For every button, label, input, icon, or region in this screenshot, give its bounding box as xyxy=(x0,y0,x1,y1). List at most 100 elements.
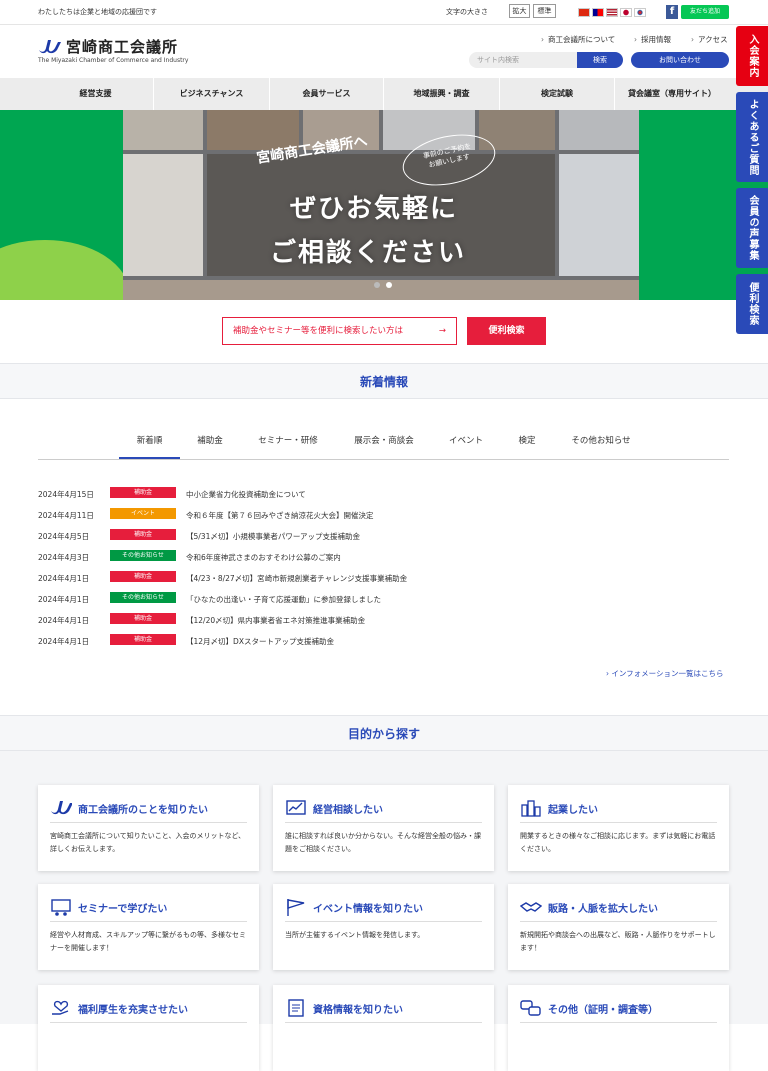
side-tab-member-voice[interactable]: 会員の声募集 xyxy=(736,188,768,268)
tab-exam[interactable]: 検定 xyxy=(508,428,546,459)
carousel-dot[interactable] xyxy=(386,282,392,288)
city-icon xyxy=(521,800,541,817)
news-date: 2024年4月1日 xyxy=(38,595,90,604)
purpose-card-title: 起業したい xyxy=(548,805,598,816)
document-icon xyxy=(288,999,304,1017)
news-title[interactable]: 令和6年度神武さまのおすそわけ公募のご案内 xyxy=(186,552,341,563)
top-bar: わたしたちは企業と地域の応援団です 文字の大きさ 拡大 標準 f 友だち追加 xyxy=(0,0,768,25)
convenient-search-link[interactable]: 補助金やセミナー等を便利に検索したい方は → xyxy=(222,317,457,345)
purpose-card-title: 商工会議所のことを知りたい xyxy=(78,805,208,816)
news-date: 2024年4月15日 xyxy=(38,490,94,499)
purpose-card-description: 誰に相談すれば良いか分からない。そんな経営全般の悩み・課題をご相談ください。 xyxy=(285,832,481,853)
convenient-search-button[interactable]: 便利検索 xyxy=(467,317,546,345)
carousel-dots xyxy=(374,282,392,288)
facebook-icon[interactable]: f xyxy=(666,5,678,19)
tab-newest[interactable]: 新着順 xyxy=(119,428,180,459)
purpose-card-title: 販路・人脈を拡大したい xyxy=(548,904,658,915)
nav-item-business-chance[interactable]: ビジネスチャンス xyxy=(153,78,269,110)
side-tab-membership[interactable]: 入会案内 xyxy=(736,26,768,86)
search-button[interactable]: 検索 xyxy=(577,52,623,68)
category-badge: その他お知らせ xyxy=(110,592,176,603)
font-standard-button[interactable]: 標準 xyxy=(533,4,556,18)
category-badge: 補助金 xyxy=(110,613,176,624)
global-nav: 経営支援 ビジネスチャンス 会員サービス 地域振興・調査 検定試験 貸会議室（専… xyxy=(0,78,768,110)
side-tab-faq[interactable]: よくあるご質問 xyxy=(736,92,768,182)
news-heading: 新着情報 xyxy=(0,363,768,399)
information-list-link[interactable]: › インフォメーション一覧はこちら xyxy=(606,668,724,679)
news-date: 2024年4月3日 xyxy=(38,553,90,562)
news-title[interactable]: 「ひなたの出逢い・子育て応援運動」に参加登録しました xyxy=(186,594,381,605)
line-add-friend-button[interactable]: 友だち追加 xyxy=(681,5,729,19)
news-date: 2024年4月1日 xyxy=(38,637,90,646)
category-badge: その他お知らせ xyxy=(110,550,176,561)
purpose-card-description: 新規開拓や商談会への出展など、販路・人脈作りをサポートします！ xyxy=(520,931,716,952)
taiwan-flag-icon[interactable] xyxy=(592,8,604,17)
news-title[interactable]: 中小企業省力化投資補助金について xyxy=(186,489,306,500)
chevron-right-icon: › xyxy=(691,35,694,44)
purpose-card-title: イベント情報を知りたい xyxy=(313,904,423,915)
font-size-label: 文字の大きさ xyxy=(446,8,488,16)
tab-seminar[interactable]: セミナー・研修 xyxy=(250,428,326,459)
chamber-logo-icon xyxy=(39,40,61,54)
news-date: 2024年4月11日 xyxy=(38,511,94,520)
category-badge: 補助金 xyxy=(110,634,176,645)
hero-heading-line2: ご相談ください xyxy=(270,238,467,268)
chevron-right-icon: › xyxy=(541,35,544,44)
nav-item-exams[interactable]: 検定試験 xyxy=(499,78,614,110)
korea-flag-icon[interactable] xyxy=(634,8,646,17)
purpose-card[interactable]: 資格情報を知りたい xyxy=(273,985,494,1071)
category-badge: 補助金 xyxy=(110,571,176,582)
chevron-right-icon: › xyxy=(634,35,637,44)
nav-item-member-service[interactable]: 会員サービス xyxy=(269,78,383,110)
purpose-card-title: セミナーで学びたい xyxy=(78,904,168,915)
us-flag-icon[interactable] xyxy=(606,8,618,17)
news-date: 2024年4月5日 xyxy=(38,532,90,541)
purpose-card-description: 経営や人材育成、スキルアップ等に繋がるもの等、多様なセミナーを開催します！ xyxy=(50,931,246,952)
site-search-input[interactable]: サイト内検索 xyxy=(469,52,577,68)
tagline: わたしたちは企業と地域の応援団です xyxy=(38,8,157,16)
purpose-card-description: 宮崎商工会議所について知りたいこと、入会のメリットなど、詳しくお伝えします。 xyxy=(50,832,246,853)
header-link-access[interactable]: › アクセス xyxy=(691,34,728,45)
header-link-recruit[interactable]: › 採用情報 xyxy=(634,34,671,45)
tab-exhibition[interactable]: 展示会・商談会 xyxy=(344,428,424,459)
chinese-flag-icon[interactable] xyxy=(578,8,590,17)
news-title[interactable]: 【4/23・8/27〆切】宮崎市新規創業者チャレンジ支援事業補助金 xyxy=(186,573,407,584)
side-tab-convenient-search[interactable]: 便利検索 xyxy=(736,274,768,334)
nav-item-meeting-room[interactable]: 貸会議室（専用サイト） xyxy=(614,78,729,110)
font-enlarge-button[interactable]: 拡大 xyxy=(509,4,530,18)
news-title[interactable]: 令和６年度【第７６回みやざき納涼花火大会】開催決定 xyxy=(186,510,374,521)
presentation-icon xyxy=(51,899,71,916)
tab-event[interactable]: イベント xyxy=(442,428,490,459)
logo-subtitle: The Miyazaki Chamber of Commerce and Ind… xyxy=(38,57,189,64)
news-tabs: 新着順 補助金 セミナー・研修 展示会・商談会 イベント 検定 その他お知らせ xyxy=(38,428,729,460)
nav-item-management-support[interactable]: 経営支援 xyxy=(38,78,153,110)
purpose-card-title: 福利厚生を充実させたい xyxy=(78,1005,188,1016)
news-title[interactable]: 【12/20〆切】県内事業者省エネ対策推進事業補助金 xyxy=(186,615,365,626)
contact-button[interactable]: お問い合わせ xyxy=(631,52,729,68)
tab-other-notices[interactable]: その他お知らせ xyxy=(564,428,638,459)
logo-icon xyxy=(51,801,72,815)
purpose-card[interactable]: その他（証明・調査等） xyxy=(508,985,729,1071)
purpose-card[interactable]: 起業したい 開業するときの様々なご相談に応じます。まずは気軽にお電話ください。 xyxy=(508,785,729,871)
purpose-heading: 目的から探す xyxy=(0,715,768,751)
purpose-card[interactable]: 商工会議所のことを知りたい宮崎商工会議所について知りたいこと、入会のメリットなど… xyxy=(38,785,259,871)
category-badge: 補助金 xyxy=(110,487,176,498)
purpose-card[interactable]: 福利厚生を充実させたい xyxy=(38,985,259,1071)
purpose-card-description: 当所が主催するイベント情報を発信します。 xyxy=(285,931,425,939)
chat-icon xyxy=(520,1000,541,1016)
news-date: 2024年4月1日 xyxy=(38,616,90,625)
news-title[interactable]: 【5/31〆切】小規模事業者パワーアップ支援補助金 xyxy=(186,531,360,542)
purpose-card[interactable]: 経営相談したい 誰に相談すれば良いか分からない。そんな経営全般の悩み・課題をご相談… xyxy=(273,785,494,871)
tab-subsidy[interactable]: 補助金 xyxy=(188,428,232,459)
category-badge: 補助金 xyxy=(110,529,176,540)
purpose-card[interactable]: 販路・人脈を拡大したい新規開拓や商談会への出展など、販路・人脈作りをサポートしま… xyxy=(508,884,729,970)
carousel-dot[interactable] xyxy=(374,282,380,288)
purpose-card[interactable]: セミナーで学びたい経営や人材育成、スキルアップ等に繋がるもの等、多様なセミナーを… xyxy=(38,884,259,970)
language-flags xyxy=(578,8,646,17)
purpose-card-title: その他（証明・調査等） xyxy=(548,1005,658,1016)
news-title[interactable]: 【12月〆切】DXスタートアップ支援補助金 xyxy=(186,636,334,647)
purpose-card[interactable]: イベント情報を知りたい当所が主催するイベント情報を発信します。 xyxy=(273,884,494,970)
nav-item-regional-promotion[interactable]: 地域振興・調査 xyxy=(383,78,499,110)
japan-flag-icon[interactable] xyxy=(620,8,632,17)
header-link-about[interactable]: › 商工会議所について xyxy=(541,34,615,45)
